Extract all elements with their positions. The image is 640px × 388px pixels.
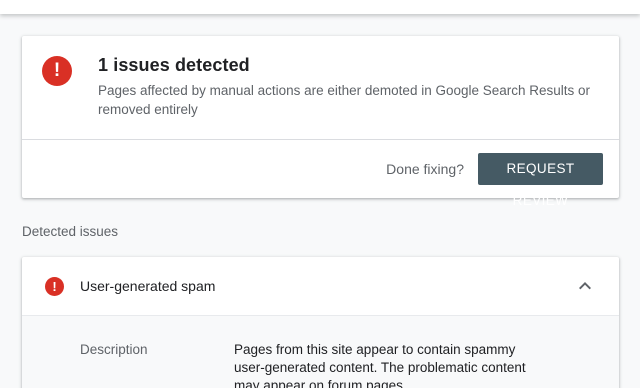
request-review-button[interactable]: REQUEST REVIEW bbox=[478, 153, 603, 208]
summary-description: Pages affected by manual actions are eit… bbox=[98, 83, 591, 117]
description-text: Pages from this site appear to contain s… bbox=[234, 342, 526, 388]
issue-card: ! User-generated spam Description Pages … bbox=[22, 257, 619, 388]
issue-expand-toggle[interactable]: ! User-generated spam bbox=[22, 257, 619, 316]
detected-issues-heading: Detected issues bbox=[22, 224, 119, 239]
exclamation-circle-icon: ! bbox=[45, 277, 64, 296]
chevron-up-icon[interactable] bbox=[573, 274, 597, 298]
issue-title: User-generated spam bbox=[80, 278, 216, 294]
issues-summary-card: ! 1 issues detected Pages affected by ma… bbox=[22, 36, 619, 208]
exclamation-circle-icon: ! bbox=[42, 56, 72, 86]
done-fixing-label: Done fixing? bbox=[386, 161, 464, 177]
top-app-bar bbox=[0, 0, 640, 14]
description-label: Description bbox=[80, 342, 148, 357]
manual-actions-page: ! 1 issues detected Pages affected by ma… bbox=[0, 0, 640, 388]
issue-details: Description Pages from this site appear … bbox=[22, 316, 619, 388]
summary-title: 1 issues detected bbox=[98, 55, 250, 75]
summary-header: ! 1 issues detected Pages affected by ma… bbox=[22, 36, 619, 140]
